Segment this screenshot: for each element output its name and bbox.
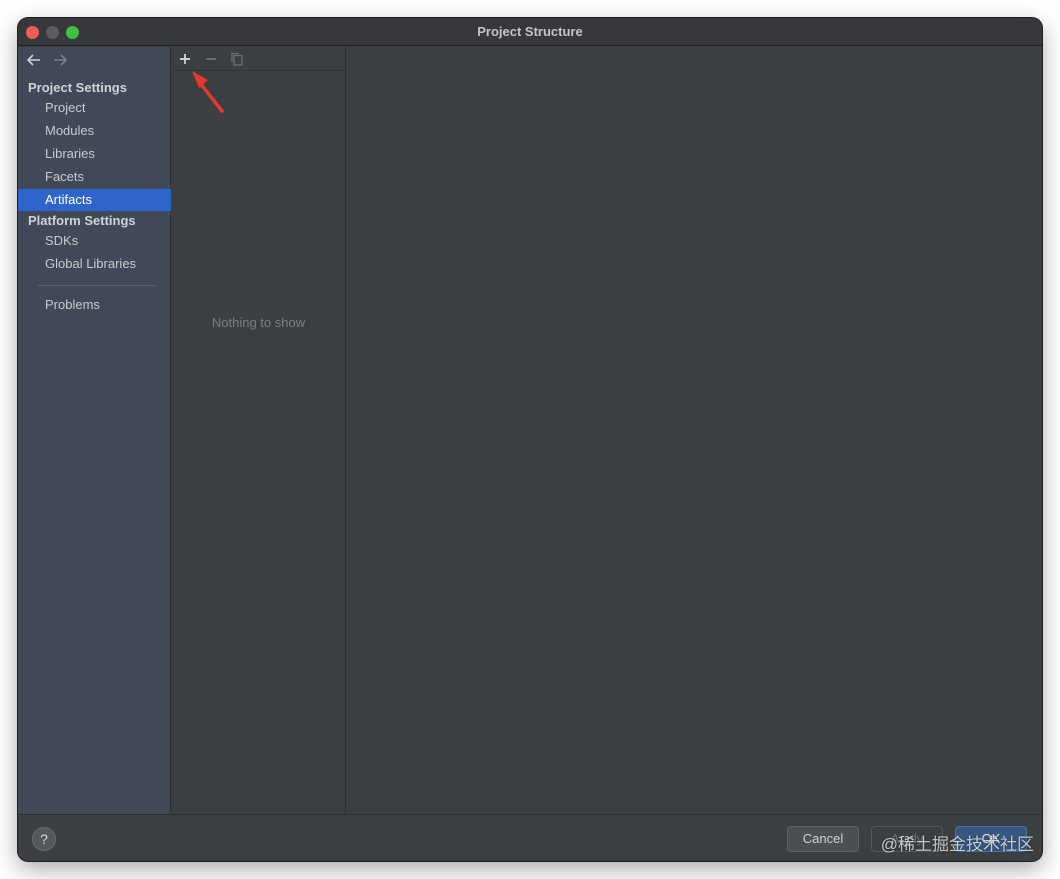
sidebar-item-sdks[interactable]: SDKs — [18, 230, 171, 252]
project-settings-heading: Project Settings — [28, 80, 127, 95]
forward-arrow-icon[interactable] — [52, 51, 68, 69]
watermark-text: @稀土掘金技术社区 — [880, 835, 1034, 854]
back-arrow-icon[interactable] — [26, 51, 42, 69]
sidebar-item-project[interactable]: Project — [18, 97, 171, 119]
project-structure-dialog: Project Structure Project Settings Proje… — [18, 18, 1042, 861]
sidebar-item-problems[interactable]: Problems — [18, 294, 171, 316]
red-annotation-arrow-icon — [192, 71, 224, 113]
artifacts-list-panel: Nothing to show — [172, 47, 346, 814]
sidebar-item-artifacts[interactable]: Artifacts — [18, 189, 171, 211]
empty-list-message: Nothing to show — [211, 315, 306, 330]
sidebar-item-libraries[interactable]: Libraries — [18, 143, 171, 165]
sidebar-item-facets[interactable]: Facets — [18, 166, 171, 188]
minus-icon[interactable] — [203, 51, 219, 67]
platform-settings-heading: Platform Settings — [28, 213, 136, 228]
sidebar-divider — [38, 285, 155, 286]
sidebar-item-global-libraries[interactable]: Global Libraries — [18, 253, 171, 275]
settings-sidebar: Project Settings Project Modules Librari… — [18, 47, 171, 814]
title-bar: Project Structure — [18, 18, 1042, 46]
sidebar-item-modules[interactable]: Modules — [18, 120, 171, 142]
help-button[interactable]: ? — [32, 827, 56, 851]
copy-icon[interactable] — [229, 51, 245, 67]
window-title: Project Structure — [477, 24, 583, 39]
cancel-button[interactable]: Cancel — [787, 826, 859, 852]
plus-icon[interactable] — [177, 51, 193, 67]
artifact-details-panel — [347, 47, 1042, 814]
